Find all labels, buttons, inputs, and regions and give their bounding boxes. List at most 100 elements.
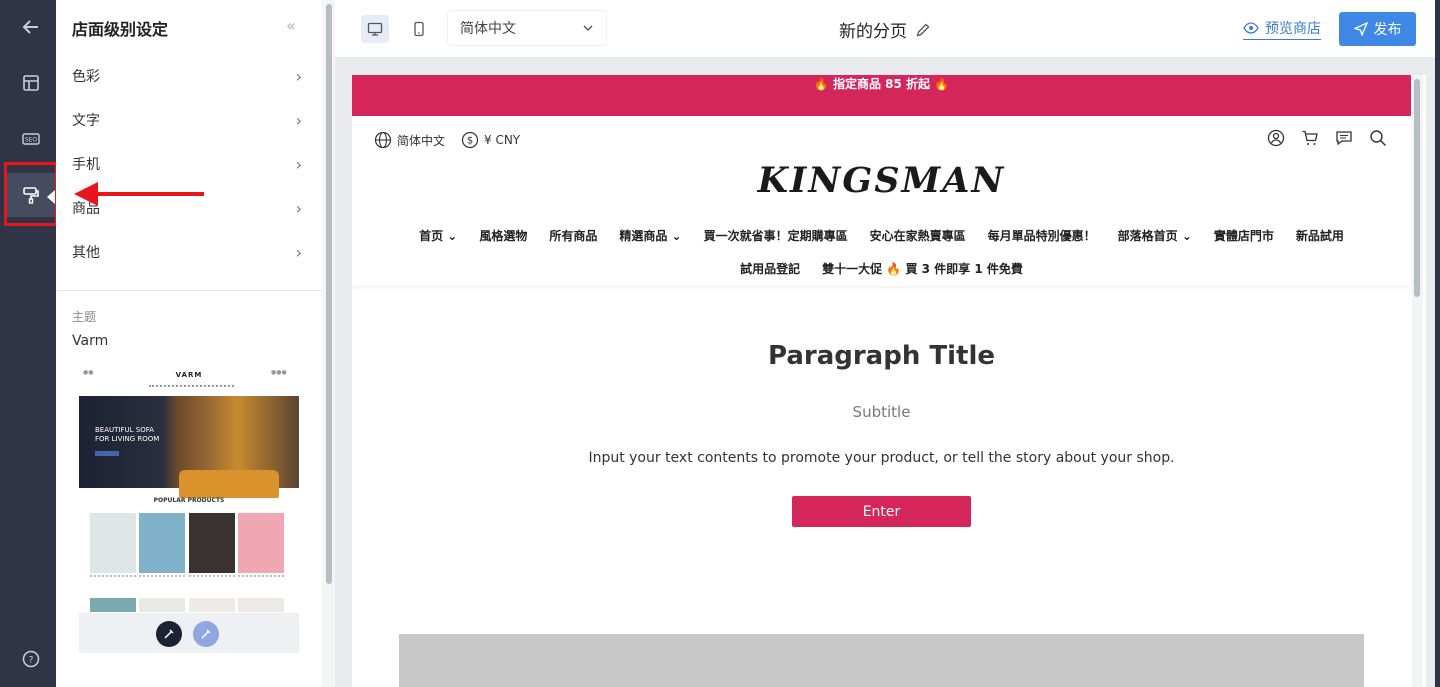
store-header-icons [1266,128,1388,148]
nav-item-new-trial[interactable]: 新品試用 [1296,227,1344,244]
chevron-right-icon: › [295,154,302,174]
editor-workspace: 🔥 指定商品 85 折起 🔥 简体中文 $ ¥ CNY KINGSMAN 首页 … [335,58,1435,687]
thumb-product [139,513,185,573]
svg-text:$: $ [467,136,473,147]
thumb-caption [189,575,235,577]
thumb-product [238,513,284,573]
collapse-icon[interactable]: « [286,16,296,35]
editor-topbar: 简体中文 新的分页 预览商店 发布 [335,0,1435,58]
thumb-hero-text: BEAUTIFUL SOFA FOR LIVING ROOM [95,426,160,443]
store-language-switch[interactable]: 简体中文 [374,131,445,149]
page-name[interactable]: 新的分页 [839,17,931,42]
menu-item-products[interactable]: 商品 › [72,196,302,220]
eye-icon [1243,22,1259,34]
back-button[interactable] [5,5,56,49]
thumb-hero-button [95,451,119,456]
chevron-right-icon: › [295,66,302,86]
store-currency-text: ¥ CNY [484,133,521,147]
thumb-product [189,598,235,612]
nav-item-all-products[interactable]: 所有商品 [549,227,597,244]
menu-item-colors[interactable]: 色彩 › [72,64,302,88]
thumb-product [139,598,185,612]
announcement-text: 🔥 指定商品 85 折起 🔥 [813,77,950,91]
search-icon[interactable] [1368,128,1388,148]
send-icon [1353,22,1368,36]
menu-item-label: 其他 [72,245,100,261]
user-icon[interactable] [1266,128,1286,148]
eyedropper-light-button[interactable] [193,621,219,647]
publish-button[interactable]: 发布 [1339,12,1416,46]
store-nav-row-2: 試用品登記 雙十一大促 🔥 買 3 件即享 1 件免費 [352,260,1411,277]
help-button[interactable]: ? [5,637,56,681]
store-nav-row-1: 首页 ⌄ 風格選物 所有商品 精選商品 ⌄ 買一次就省事！定期購專區 安心在家熱… [352,227,1411,244]
thumb-product [189,513,235,573]
nav-item-double-eleven[interactable]: 雙十一大促 🔥 買 3 件即享 1 件免費 [822,260,1023,277]
paragraph-title: Paragraph Title [767,341,996,371]
nav-item-blog[interactable]: 部落格首页 ⌄ [1118,227,1192,244]
chevron-right-icon: › [295,110,302,130]
paragraph-subtitle: Subtitle [852,403,911,421]
panel-title: 店面级别设定 [72,20,169,39]
thumb-hero-image: BEAUTIFUL SOFA FOR LIVING ROOM [79,396,299,498]
message-icon[interactable] [1334,128,1354,148]
store-logo[interactable]: KINGSMAN [352,160,1411,201]
nav-item-home[interactable]: 首页 ⌄ [419,227,457,244]
nav-item-subscription[interactable]: 買一次就省事！定期購專區 [704,227,848,244]
layout-icon [22,75,39,91]
seo-button[interactable]: SEO [5,117,56,161]
thumb-caption [238,575,284,577]
settings-panel: 店面级别设定 « 色彩 › 文字 › 手机 › 商品 › 其他 › 主题 Var… [56,0,322,687]
thumb-product [238,598,284,612]
canvas-scrollbar[interactable] [1412,75,1423,687]
thumb-product [90,598,136,612]
enter-button-label: Enter [862,503,901,520]
menu-item-mobile[interactable]: 手机 › [72,152,302,176]
thumb-product [90,513,136,573]
store-preview-canvas: 🔥 指定商品 85 折起 🔥 简体中文 $ ¥ CNY KINGSMAN 首页 … [352,75,1426,687]
nav-item-featured[interactable]: 精選商品 ⌄ [619,227,681,244]
store-currency-switch[interactable]: $ ¥ CNY [461,131,520,149]
paragraph-body: Input your text contents to promote your… [588,450,1175,466]
announcement-bar[interactable]: 🔥 指定商品 85 折起 🔥 [352,75,1411,116]
thumb-logo: VARM [175,371,203,379]
preview-store-link[interactable]: 预览商店 [1243,18,1321,40]
menu-item-other[interactable]: 其他 › [72,240,302,264]
nav-item-stores[interactable]: 實體店門市 [1214,227,1274,244]
layout-button[interactable] [5,61,56,105]
cart-icon[interactable] [1300,128,1320,148]
eyedropper-dark-button[interactable] [156,621,182,647]
theme-preview-thumbnail[interactable]: ●● ●●● VARM BEAUTIFUL SOFA FOR LIVING RO… [79,362,299,612]
nav-item-home-bestsellers[interactable]: 安心在家熱賣專區 [870,227,966,244]
menu-item-label: 文字 [72,113,100,129]
language-select-value: 简体中文 [460,21,516,37]
annotation-arrow-line [96,192,204,196]
image-section-placeholder[interactable] [399,634,1364,687]
seo-icon: SEO [21,133,40,145]
scrollbar-thumb[interactable] [1414,79,1420,297]
page-name-text: 新的分页 [839,22,907,42]
language-select[interactable]: 简体中文 [447,10,607,46]
enter-button[interactable]: Enter [792,496,971,527]
nav-item-style[interactable]: 風格選物 [479,227,527,244]
nav-item-trial-signup[interactable]: 試用品登記 [740,260,800,277]
menu-item-label: 色彩 [72,69,100,85]
help-icon: ? [22,650,39,668]
pencil-icon[interactable] [915,22,931,38]
theme-name: Varm [72,333,109,349]
menu-item-text[interactable]: 文字 › [72,108,302,132]
arrow-left-icon [22,20,38,34]
store-header: 简体中文 $ ¥ CNY KINGSMAN 首页 ⌄ 風格選物 所有商品 精選商… [352,116,1411,286]
preview-label: 预览商店 [1265,21,1321,37]
scrollbar-thumb[interactable] [326,4,332,584]
nav-item-monthly-deals[interactable]: 每月單品特別優惠！ [988,227,1096,244]
dollar-icon: $ [461,131,479,149]
thumb-caption [90,575,136,577]
panel-scrollbar[interactable] [322,0,335,687]
thumb-toolbar [79,613,299,653]
desktop-view-button[interactable] [361,15,389,43]
menu-item-label: 手机 [72,157,100,173]
svg-text:SEO: SEO [24,137,37,144]
thumb-sofa [179,470,279,498]
publish-label: 发布 [1373,22,1402,38]
mobile-view-button[interactable] [405,15,433,43]
